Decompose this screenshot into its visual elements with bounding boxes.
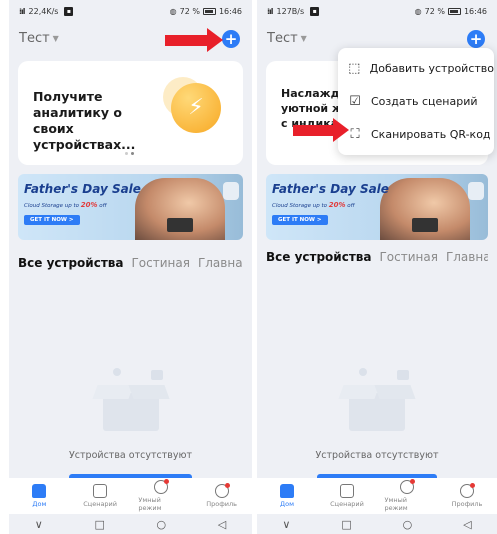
- get-it-now-button[interactable]: GET IT NOW >: [272, 215, 328, 225]
- tab-all-devices[interactable]: Все устройства: [266, 250, 371, 264]
- menu-item-scan-qr[interactable]: ⛶ Сканировать QR-код: [338, 118, 494, 151]
- system-nav: ∨ □ ○ ◁: [9, 514, 252, 534]
- clock: 16:46: [218, 6, 242, 16]
- chevron-down-icon[interactable]: ▼: [301, 34, 307, 43]
- home-selector[interactable]: Тест: [19, 31, 50, 46]
- scan-icon: ⛶: [350, 126, 360, 142]
- profile-icon: [460, 483, 475, 498]
- nav-profile[interactable]: Профиль: [199, 483, 244, 508]
- add-button[interactable]: +: [467, 30, 485, 48]
- bottom-nav: Дом Сценарий Умный режим Профиль: [257, 478, 497, 514]
- notification-icon: ▪: [310, 6, 320, 16]
- smart-icon: [400, 479, 415, 494]
- promo-banner[interactable]: Father's Day Sale Cloud Storage up to 20…: [266, 174, 488, 240]
- tab-living-room[interactable]: Гостиная: [379, 250, 437, 264]
- banner-title: Father's Day Sale: [24, 182, 141, 196]
- empty-box-illustration: [337, 368, 417, 438]
- create-scenario-icon: ☑: [349, 93, 361, 109]
- collapse-icon[interactable]: ∨: [35, 518, 43, 531]
- smart-icon: [153, 479, 169, 494]
- room-tabs: Все устройства Гостиная Главная •••: [18, 256, 243, 270]
- status-bar: ⁞ıl 22,4K/s ▪ ◍ 72 % 16:46: [9, 0, 252, 22]
- banner-title: Father's Day Sale: [272, 182, 389, 196]
- device-icon: ⬚: [348, 60, 361, 76]
- promo-banner[interactable]: Father's Day Sale Cloud Storage up to 20…: [18, 174, 243, 240]
- nav-smart-mode[interactable]: Умный режим: [138, 479, 183, 512]
- system-nav: ∨ □ ○ ◁: [257, 514, 497, 534]
- get-it-now-button[interactable]: GET IT NOW >: [24, 215, 80, 225]
- nav-scenarios[interactable]: Сценарий: [325, 484, 370, 508]
- notification-icon: ▪: [64, 6, 74, 16]
- tab-main[interactable]: Главная: [198, 256, 243, 270]
- menu-item-add-device[interactable]: ⬚ Добавить устройство: [338, 52, 494, 85]
- square-icon[interactable]: □: [94, 518, 104, 531]
- tablet-image: [412, 218, 438, 232]
- circle-icon[interactable]: ○: [403, 518, 413, 531]
- nav-scenarios[interactable]: Сценарий: [78, 484, 123, 508]
- home-icon: [32, 484, 47, 498]
- tab-all-devices[interactable]: Все устройства: [18, 256, 123, 270]
- red-arrow-left: [165, 28, 223, 53]
- battery-icon: [447, 7, 461, 15]
- signal-icon: ⁞ıl: [19, 6, 25, 16]
- battery-percent: 72 %: [179, 6, 200, 16]
- alarm-icon: ◍: [414, 6, 422, 16]
- add-menu: ⬚ Добавить устройство ☑ Создать сценарий…: [338, 48, 494, 155]
- back-icon[interactable]: ◁: [218, 518, 226, 531]
- empty-state-text: Устройства отсутствуют: [69, 450, 192, 461]
- circle-icon[interactable]: ○: [156, 518, 166, 531]
- header: Тест ▼ +: [267, 26, 487, 50]
- collapse-icon[interactable]: ∨: [282, 518, 290, 531]
- empty-state-text: Устройства отсутствуют: [315, 450, 439, 461]
- menu-item-create-scenario[interactable]: ☑ Создать сценарий: [338, 85, 494, 118]
- right-screen: ⁞ıl 127B/s ▪ ◍ 72 % 16:46 Тест ▼ + Насла…: [257, 0, 497, 534]
- nav-profile[interactable]: Профиль: [445, 483, 490, 508]
- promo-card[interactable]: Получите аналитику о своих устройствах..…: [18, 61, 243, 165]
- profile-icon: [214, 483, 230, 498]
- lightning-icon: ⚡: [171, 83, 221, 133]
- banner-subtitle: Cloud Storage up to 20% off: [24, 201, 107, 209]
- checklist-icon: [93, 484, 108, 498]
- promo-card-text: Получите аналитику о своих устройствах..…: [33, 89, 136, 152]
- tab-main[interactable]: Главная: [446, 250, 488, 264]
- room-tabs: Все устройства Гостиная Главная •••: [266, 250, 488, 264]
- checklist-icon: [340, 484, 354, 498]
- tab-living-room[interactable]: Гостиная: [131, 256, 189, 270]
- status-bar: ⁞ıl 127B/s ▪ ◍ 72 % 16:46: [257, 0, 497, 22]
- tablet-image: [167, 218, 193, 232]
- clock: 16:46: [463, 6, 487, 16]
- nav-smart-mode[interactable]: Умный режим: [385, 479, 430, 512]
- banner-subtitle: Cloud Storage up to 20% off: [272, 201, 355, 209]
- alarm-icon: ◍: [169, 6, 177, 16]
- camera-image: [223, 182, 239, 200]
- chevron-down-icon[interactable]: ▼: [53, 34, 59, 43]
- square-icon[interactable]: □: [341, 518, 351, 531]
- signal-icon: ⁞ıl: [267, 6, 273, 16]
- bottom-nav: Дом Сценарий Умный режим Профиль: [9, 478, 252, 514]
- battery-percent: 72 %: [424, 6, 445, 16]
- network-speed: 127B/s: [276, 6, 305, 16]
- empty-box-illustration: [91, 368, 171, 438]
- red-arrow-right: [293, 118, 349, 143]
- home-selector[interactable]: Тест: [267, 31, 298, 46]
- back-icon[interactable]: ◁: [463, 518, 471, 531]
- nav-home[interactable]: Дом: [265, 484, 310, 508]
- network-speed: 22,4K/s: [28, 6, 59, 16]
- carousel-dots: [124, 152, 134, 155]
- camera-image: [468, 182, 484, 200]
- add-button[interactable]: +: [222, 30, 240, 48]
- nav-home[interactable]: Дом: [17, 484, 62, 508]
- home-icon: [280, 484, 294, 498]
- battery-icon: [202, 7, 216, 15]
- left-screen: ⁞ıl 22,4K/s ▪ ◍ 72 % 16:46 Тест ▼ + Полу…: [9, 0, 252, 534]
